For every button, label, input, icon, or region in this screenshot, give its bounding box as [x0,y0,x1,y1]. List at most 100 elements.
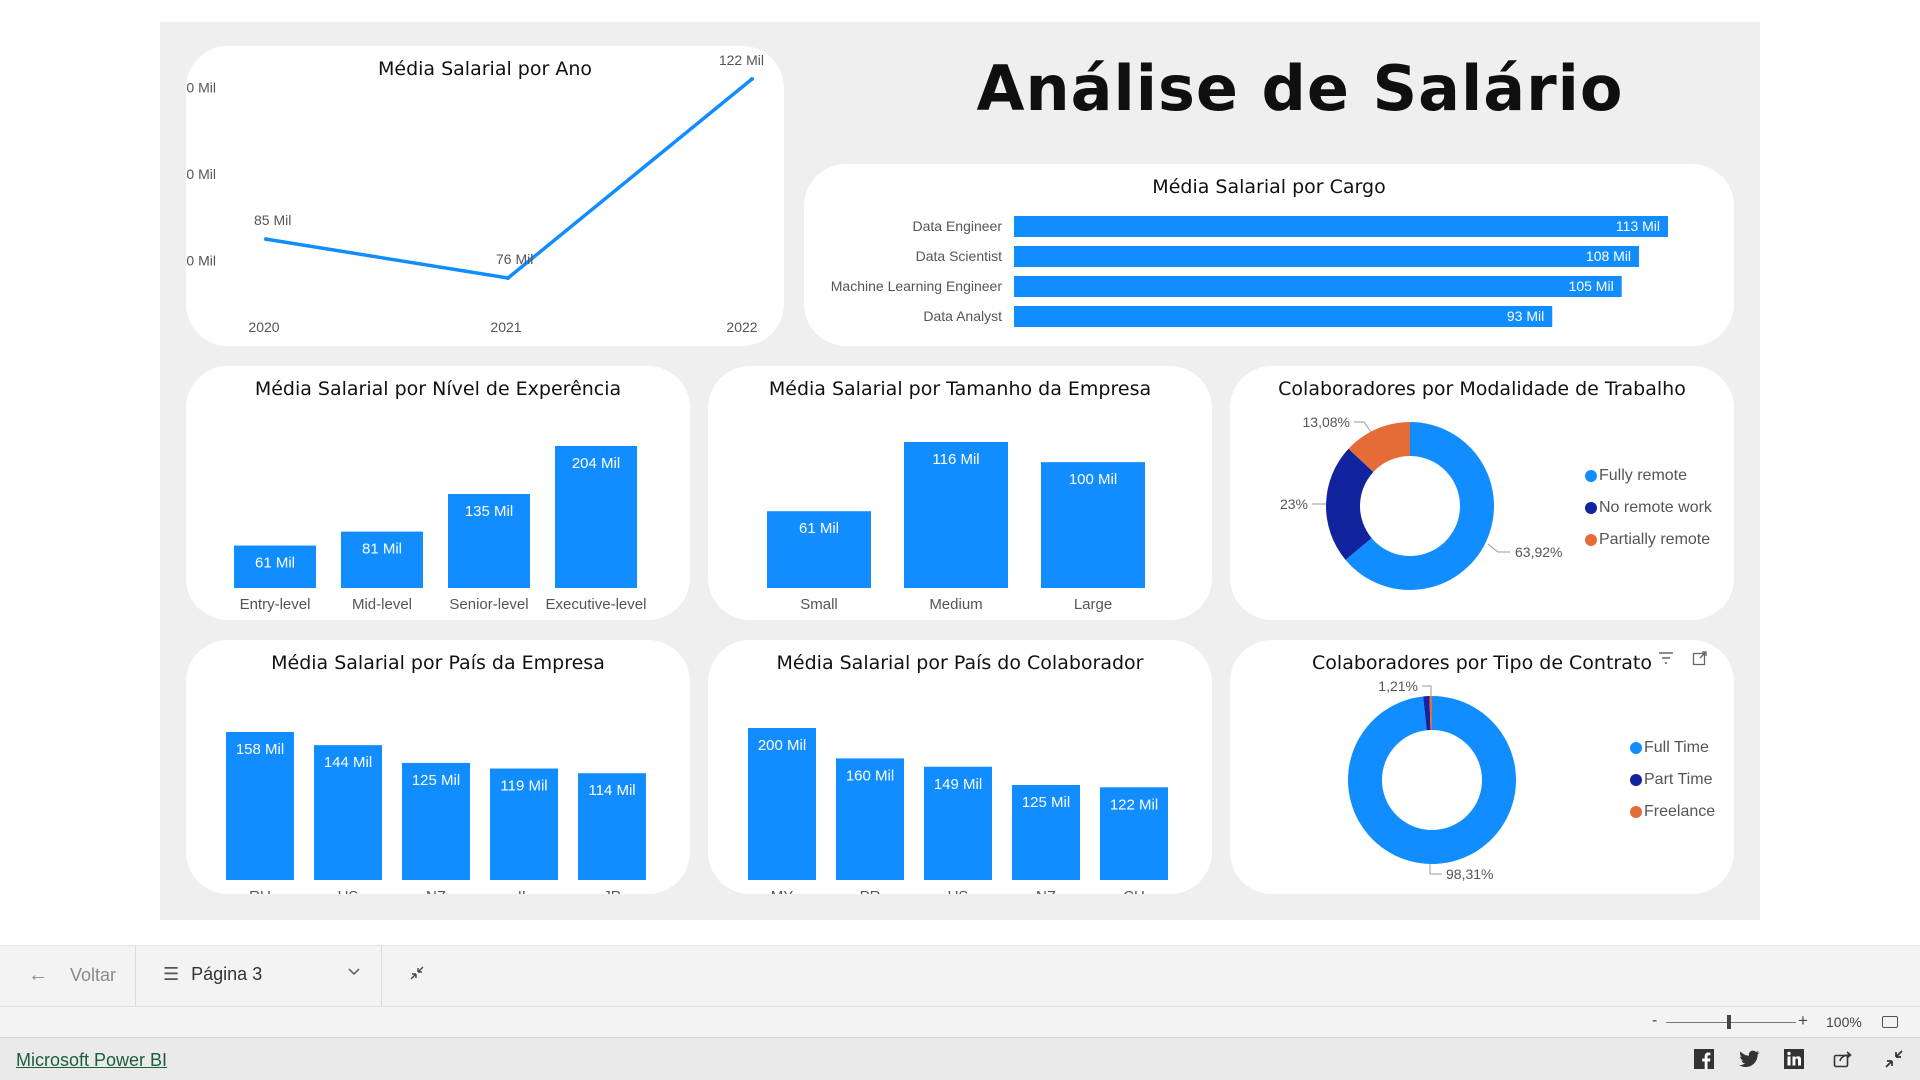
legend-item[interactable]: Full Time [1630,732,1715,764]
data-label: 122 Mil [1110,796,1158,813]
arrow-left-icon: ← [28,964,48,986]
power-bi-link[interactable]: Microsoft Power BI [16,1050,167,1071]
category-label: IL [518,888,531,894]
category-label: JP [603,888,621,894]
legend-item[interactable]: Part Time [1630,764,1715,796]
slice-label: 1,21% [1378,678,1418,694]
legend-label: Partially remote [1599,531,1711,548]
card-salary-by-job[interactable]: Média Salarial por Cargo Data Engineer 11… [804,164,1734,346]
card-workers-by-remote[interactable]: Colaboradores por Modalidade de Trabalho… [1230,366,1734,620]
category-label: CH [1123,888,1145,894]
data-point[interactable] [506,276,510,281]
legend-dot [1630,774,1642,786]
fit-to-page-icon[interactable] [1882,1016,1898,1028]
category-label: Data Engineer [912,218,1002,234]
legend-label: Freelance [1644,803,1716,820]
back-label: Voltar [70,965,117,985]
page-label: Página 3 [191,964,263,984]
data-point[interactable] [750,76,754,81]
data-label: 144 Mil [324,754,372,771]
leader-line[interactable] [1487,543,1510,553]
leader-line[interactable] [1422,685,1432,696]
bar[interactable] [1014,306,1553,327]
data-label: 204 Mil [572,455,620,472]
zoom-out-button[interactable]: - [1652,1012,1657,1030]
category-label: NZ [426,888,446,894]
y-tick-label: 80 Mil [186,253,216,269]
data-label: 114 Mil [588,782,635,799]
chevron-down-icon[interactable] [348,964,360,980]
bar[interactable] [1014,216,1668,237]
card-workers-by-contract[interactable]: Colaboradores por Tipo de Contrato 98,31… [1230,640,1734,894]
zoom-slider-handle[interactable] [1727,1015,1731,1029]
category-label: Small [800,596,838,613]
bar-chart[interactable]: 61 Mil Small 116 Mil Medium 100 Mil Large [708,366,1212,620]
data-label: 108 Mil [1586,248,1631,264]
data-label: 100 Mil [1069,471,1117,488]
legend-label: Part Time [1644,771,1713,788]
slice-label: 98,31% [1446,866,1493,882]
bar-chart[interactable]: Data Engineer 113 Mil Data Scientist 108 Mi… [804,164,1734,346]
bar-chart[interactable]: 200 Mil MY 160 Mil PR 149 Mil US 125 Mil NZ 122 … [708,640,1212,894]
card-salary-by-year[interactable]: Média Salarial por Ano 80 Mil100 Mil120 … [186,46,784,346]
category-label: Machine Learning Engineer [831,278,1003,294]
share-icon[interactable] [1832,1048,1854,1070]
fullscreen-icon[interactable] [1883,1048,1905,1070]
leader-line[interactable] [1354,421,1372,433]
category-label: US [948,888,969,894]
category-label: Executive-level [546,596,647,613]
legend-label: Full Time [1644,739,1709,756]
legend-dot [1585,502,1597,514]
data-point[interactable] [264,237,268,242]
bar-chart[interactable]: 158 Mil RU 144 Mil US 125 Mil NZ 119 Mil IL 114 … [186,640,690,894]
legend-dot [1585,470,1597,482]
facebook-icon[interactable] [1693,1048,1715,1070]
data-label: 113 Mil [1616,218,1660,234]
leader-line[interactable] [1429,864,1442,875]
legend-dot [1585,534,1597,546]
legend-dot [1630,742,1642,754]
slice-label: 63,92% [1515,544,1562,560]
linkedin-icon[interactable] [1783,1048,1805,1070]
twitter-icon[interactable] [1738,1048,1760,1070]
category-label: Medium [929,596,982,613]
card-salary-by-company-country[interactable]: Média Salarial por País da Empresa 158 M… [186,640,690,894]
series-line[interactable] [265,77,754,280]
zoom-slider-track[interactable] [1666,1022,1796,1023]
category-label: US [338,888,359,894]
card-salary-by-company-size[interactable]: Média Salarial por Tamanho da Empresa 61… [708,366,1212,620]
report-canvas: Análise de Salário Média Salarial por An… [160,22,1760,920]
zoom-bar: - + 100% [0,1006,1920,1037]
card-salary-by-experience[interactable]: Média Salarial por Nível de Experência 6… [186,366,690,620]
category-label: Entry-level [240,596,311,613]
data-label: 105 Mil [1569,278,1614,294]
page-navigation-bar: ← Voltar ☰ Página 3 [0,945,1920,1007]
zoom-in-button[interactable]: + [1798,1011,1808,1031]
legend-item[interactable]: No remote work [1585,492,1712,524]
bar-chart[interactable]: 61 Mil Entry-level 81 Mil Mid-level 135 Mil S… [186,366,690,620]
data-label: 122 Mil [719,52,764,68]
page-selector[interactable]: ☰ Página 3 [163,964,262,985]
divider [135,946,136,1007]
y-tick-label: 100 Mil [186,166,216,182]
slice-label: 23% [1280,496,1308,512]
card-salary-by-employee-country[interactable]: Média Salarial por País do Colaborador 2… [708,640,1212,894]
legend-item[interactable]: Partially remote [1585,524,1712,556]
data-label: 76 Mil [496,251,533,267]
category-label: Mid-level [352,596,412,613]
page-list-icon: ☰ [163,964,180,984]
data-label: 61 Mil [255,555,295,572]
category-label: Data Scientist [916,248,1002,264]
report-title: Análise de Salário [976,52,1624,125]
bar[interactable] [1014,246,1640,267]
legend-label: No remote work [1599,499,1712,516]
legend-item[interactable]: Freelance [1630,796,1715,828]
line-chart[interactable]: 80 Mil 100 Mil 120 Mil 85 Mil 2020 76 Mil 2021… [186,46,784,346]
data-label: 149 Mil [934,776,982,793]
legend-item[interactable]: Fully remote [1585,460,1712,492]
back-button[interactable]: ← Voltar [28,964,116,987]
bar[interactable] [1014,276,1622,297]
divider [381,946,382,1007]
y-tick-label: 120 Mil [186,80,216,96]
collapse-icon[interactable] [408,964,426,987]
